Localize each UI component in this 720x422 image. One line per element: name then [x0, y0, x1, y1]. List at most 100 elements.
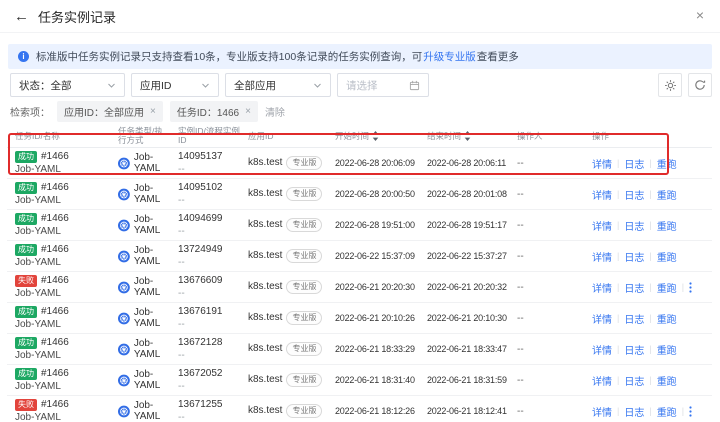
instance-id: 13671255 — [178, 399, 240, 411]
app-id: k8s.test — [248, 405, 282, 416]
column-header: 操作 — [584, 132, 712, 141]
rerun-link[interactable]: 重跑 — [657, 342, 677, 357]
task-instance-records-panel: ← 任务实例记录 × i 标准版中任务实例记录只支持查看10条，专业版支持100… — [0, 0, 720, 422]
table-row[interactable]: 失败 #1466 Job-YAML Job-YAML 13676609 -- k… — [7, 272, 712, 303]
app-id: k8s.test — [248, 157, 282, 168]
task-type-cell: Job-YAML — [110, 183, 170, 205]
table-row[interactable]: 成功 #1466 Job-YAML Job-YAML 13672052 -- k… — [7, 365, 712, 396]
rerun-link[interactable]: 重跑 — [657, 218, 677, 233]
filter-tag: 任务ID：1466 × — [170, 101, 258, 122]
detail-link[interactable]: 详情 — [592, 187, 612, 202]
upgrade-link[interactable]: 升级专业版 — [423, 51, 476, 63]
app-id: k8s.test — [248, 219, 282, 230]
task-cell: 成功 #1466 Job-YAML — [7, 243, 110, 269]
table-row[interactable]: 成功 #1466 Job-YAML Job-YAML 14094699 -- k… — [7, 210, 712, 241]
detail-link[interactable]: 详情 — [592, 373, 612, 388]
app-cell: k8s.test 专业版 — [240, 342, 327, 356]
detail-link[interactable]: 详情 — [592, 280, 612, 295]
log-link[interactable]: 日志 — [624, 280, 644, 295]
start-time: 2022-06-28 20:06:09 — [327, 158, 419, 168]
rerun-link[interactable]: 重跑 — [657, 373, 677, 388]
field-select[interactable]: 应用ID — [131, 73, 219, 97]
instance-cell: 13672128 -- — [170, 337, 240, 362]
more-actions[interactable]: | — [682, 406, 692, 417]
task-cell: 成功 #1466 Job-YAML — [7, 212, 110, 238]
log-link[interactable]: 日志 — [624, 249, 644, 264]
detail-link[interactable]: 详情 — [592, 156, 612, 171]
status-badge: 成功 — [15, 306, 37, 318]
task-id: #1466 — [41, 150, 69, 163]
task-type-cell: Job-YAML — [110, 276, 170, 298]
action-separator: | — [617, 189, 619, 199]
column-header: 结束时间 — [419, 131, 509, 141]
app-select[interactable]: 全部应用 — [225, 73, 331, 97]
log-link[interactable]: 日志 — [624, 311, 644, 326]
more-actions[interactable]: | — [682, 282, 692, 293]
chevron-down-icon — [107, 81, 116, 90]
date-picker-input[interactable]: 请选择 — [337, 73, 429, 97]
tag-close-icon[interactable]: × — [245, 107, 251, 117]
task-id: #1466 — [41, 398, 69, 411]
rerun-link[interactable]: 重跑 — [657, 311, 677, 326]
task-name: Job-YAML — [15, 288, 110, 300]
instance-id: 13724949 — [178, 244, 240, 256]
kubernetes-icon — [118, 373, 130, 388]
task-type-cell: Job-YAML — [110, 245, 170, 267]
task-type-cell: Job-YAML — [110, 400, 170, 422]
table-row[interactable]: 成功 #1466 Job-YAML Job-YAML 14095137 -- k… — [7, 148, 712, 179]
instance-id: 13672128 — [178, 337, 240, 349]
app-id: k8s.test — [248, 281, 282, 292]
edition-badge: 专业版 — [286, 342, 322, 356]
task-id: #1466 — [41, 274, 69, 287]
back-arrow-icon[interactable]: ← — [14, 9, 29, 24]
flow-instance-id: -- — [178, 381, 240, 393]
instance-cell: 13671255 -- — [170, 399, 240, 422]
table-row[interactable]: 成功 #1466 Job-YAML Job-YAML 13672128 -- k… — [7, 334, 712, 365]
action-separator: | — [649, 375, 651, 385]
table-row[interactable]: 失败 #1466 Job-YAML Job-YAML 13671255 -- k… — [7, 396, 712, 422]
table-row[interactable]: 成功 #1466 Job-YAML Job-YAML 13676191 -- k… — [7, 303, 712, 334]
table-tools — [658, 73, 712, 97]
app-cell: k8s.test 专业版 — [240, 249, 327, 263]
settings-button[interactable] — [658, 73, 682, 97]
refresh-button[interactable] — [688, 73, 712, 97]
rerun-link[interactable]: 重跑 — [657, 404, 677, 419]
detail-link[interactable]: 详情 — [592, 404, 612, 419]
rerun-link[interactable]: 重跑 — [657, 187, 677, 202]
close-icon[interactable]: × — [696, 8, 704, 22]
log-link[interactable]: 日志 — [624, 342, 644, 357]
status-select[interactable]: 状态：全部 — [10, 73, 125, 97]
action-separator: | — [649, 344, 651, 354]
rerun-link[interactable]: 重跑 — [657, 249, 677, 264]
task-type: Job-YAML — [134, 400, 170, 422]
app-id: k8s.test — [248, 250, 282, 261]
clear-filters-link[interactable]: 清除 — [265, 104, 285, 119]
edition-badge: 专业版 — [286, 404, 322, 418]
detail-link[interactable]: 详情 — [592, 218, 612, 233]
action-separator: | — [649, 158, 651, 168]
task-id: #1466 — [41, 181, 69, 194]
task-type: Job-YAML — [134, 338, 170, 360]
log-link[interactable]: 日志 — [624, 187, 644, 202]
rerun-link[interactable]: 重跑 — [657, 280, 677, 295]
kubernetes-icon — [118, 249, 130, 264]
table-row[interactable]: 成功 #1466 Job-YAML Job-YAML 13724949 -- k… — [7, 241, 712, 272]
instance-id: 14095137 — [178, 151, 240, 163]
detail-link[interactable]: 详情 — [592, 249, 612, 264]
log-link[interactable]: 日志 — [624, 156, 644, 171]
flow-instance-id: -- — [178, 226, 240, 238]
kubernetes-icon — [118, 218, 130, 233]
sort-icon[interactable] — [464, 131, 471, 141]
app-cell: k8s.test 专业版 — [240, 373, 327, 387]
log-link[interactable]: 日志 — [624, 218, 644, 233]
task-name: Job-YAML — [15, 195, 110, 207]
task-type: Job-YAML — [134, 152, 170, 174]
table-row[interactable]: 成功 #1466 Job-YAML Job-YAML 14095102 -- k… — [7, 179, 712, 210]
log-link[interactable]: 日志 — [624, 373, 644, 388]
tag-close-icon[interactable]: × — [150, 107, 156, 117]
detail-link[interactable]: 详情 — [592, 342, 612, 357]
sort-icon[interactable] — [372, 131, 379, 141]
rerun-link[interactable]: 重跑 — [657, 156, 677, 171]
log-link[interactable]: 日志 — [624, 404, 644, 419]
detail-link[interactable]: 详情 — [592, 311, 612, 326]
